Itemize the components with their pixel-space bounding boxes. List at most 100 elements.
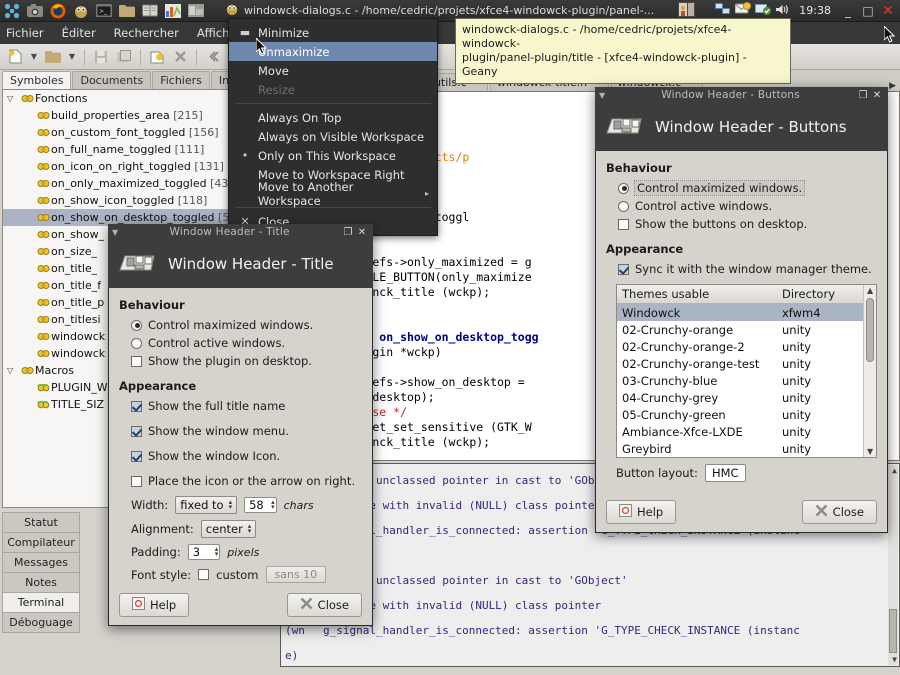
tree-expander-icon[interactable]: ▽ — [7, 94, 19, 103]
back-icon[interactable] — [203, 47, 223, 67]
terminal-scrollbar[interactable]: ▲ ▼ — [888, 465, 898, 665]
close-button[interactable]: Close — [802, 500, 877, 524]
padding-spinner[interactable]: 3 ▴▾ — [188, 544, 221, 560]
menu-editer[interactable]: Éditer — [62, 26, 96, 40]
alignment-combo[interactable]: center ▴▾ — [201, 520, 257, 538]
option-control-maximized[interactable]: Control maximized windows. — [131, 316, 362, 334]
archive-icon[interactable] — [185, 1, 207, 21]
spinner-arrows-icon[interactable]: ▴▾ — [215, 547, 219, 557]
open-file-dropdown-icon[interactable]: ▼ — [66, 47, 78, 67]
theme-row[interactable]: 02-Crunchy-orange-testunity — [617, 355, 863, 372]
msgtab-deboguage[interactable]: Déboguage — [2, 612, 80, 633]
menu-item-always-on-visible-workspace[interactable]: Always on Visible Workspace — [229, 127, 437, 146]
menu-item-always-on-top[interactable]: Always On Top — [229, 108, 437, 127]
network-icon[interactable] — [715, 2, 731, 19]
option-show-window-icon[interactable]: Show the window Icon. — [131, 447, 362, 465]
dialog-close-icon[interactable]: ✕ — [870, 90, 884, 101]
menu-item-minimize[interactable]: ▬Minimize — [229, 23, 437, 42]
updates-icon[interactable] — [755, 2, 771, 19]
checkbox-icon[interactable] — [131, 356, 142, 367]
theme-row[interactable]: Greybirdunity — [617, 440, 863, 457]
checkbox-icon[interactable] — [131, 476, 142, 487]
new-file-dropdown-icon[interactable]: ▼ — [28, 47, 40, 67]
theme-row[interactable]: 04-Crunchy-greyunity — [617, 389, 863, 406]
scroll-up-icon[interactable]: ▲ — [892, 466, 897, 475]
width-mode-combo[interactable]: fixed to ▴▾ — [175, 496, 237, 514]
save-all-icon[interactable] — [114, 47, 134, 67]
msgtab-terminal[interactable]: Terminal — [2, 592, 80, 613]
option-control-maximized[interactable]: Control maximized windows. — [618, 179, 877, 197]
sidebar-tab-documents[interactable]: Documents — [72, 71, 151, 89]
option-show-plugin-desktop[interactable]: Show the plugin on desktop. — [131, 352, 362, 370]
new-file-icon[interactable] — [5, 47, 25, 67]
checkbox-icon[interactable] — [131, 451, 142, 462]
menu-rechercher[interactable]: Rechercher — [114, 26, 179, 40]
fontstyle-custom-checkbox[interactable] — [198, 569, 209, 580]
menu-item-move[interactable]: Move — [229, 61, 437, 80]
button-layout-input[interactable]: HMC — [705, 464, 746, 482]
camera-icon[interactable] — [24, 1, 46, 21]
xfce-menu-icon[interactable] — [1, 1, 23, 21]
checkbox-icon[interactable] — [131, 401, 142, 412]
panel-window-button[interactable]: windowck-dialogs.c - /home/cedric/projet… — [225, 2, 654, 19]
gimp-icon[interactable] — [70, 1, 92, 21]
option-control-active[interactable]: Control active windows. — [618, 197, 877, 215]
menu-item-move-to-another-workspace[interactable]: Move to Another Workspace▸ — [229, 184, 437, 203]
option-show-window-menu[interactable]: Show the window menu. — [131, 422, 362, 440]
help-button[interactable]: Help — [119, 593, 189, 617]
scrollbar-thumb[interactable] — [889, 609, 897, 653]
save-icon[interactable] — [91, 47, 111, 67]
theme-row[interactable]: 05-Crunchy-greenunity — [617, 406, 863, 423]
column-header-directory[interactable]: Directory — [777, 285, 852, 303]
radio-icon[interactable] — [618, 183, 629, 194]
scroll-down-icon[interactable]: ▼ — [867, 447, 873, 456]
volume-icon[interactable] — [775, 3, 790, 19]
reload-icon[interactable] — [147, 47, 167, 67]
terminal-icon[interactable]: >_ — [93, 1, 115, 21]
font-chooser-button[interactable]: sans 10 — [266, 566, 327, 583]
checkbox-icon[interactable] — [618, 264, 629, 275]
radio-icon[interactable] — [131, 338, 142, 349]
dialog-maximize-icon[interactable]: ❐ — [856, 90, 870, 101]
window-maximize-button[interactable]: □ — [860, 3, 876, 19]
theme-row[interactable]: 02-Crunchy-orange-2unity — [617, 338, 863, 355]
spinner-arrows-icon[interactable]: ▴▾ — [271, 500, 275, 510]
dialog-maximize-icon[interactable]: ❐ — [341, 227, 355, 238]
scroll-down-icon[interactable]: ▼ — [892, 655, 897, 664]
column-header-themes[interactable]: Themes usable — [617, 285, 777, 303]
close-button[interactable]: Close — [287, 593, 362, 617]
window-minimize-button[interactable]: _ — [840, 3, 856, 19]
checkbox-icon[interactable] — [618, 219, 629, 230]
sidebar-tab-fichiers[interactable]: Fichiers — [152, 71, 210, 89]
firefox-icon[interactable] — [47, 1, 69, 21]
theme-row[interactable]: Ambiance-Xfce-LXDEunity — [617, 423, 863, 440]
checkbox-icon[interactable] — [131, 426, 142, 437]
theme-row[interactable]: 02-Crunchy-orangeunity — [617, 321, 863, 338]
scroll-up-icon[interactable]: ▲ — [867, 286, 873, 295]
radio-icon[interactable] — [131, 320, 142, 331]
option-show-full-title[interactable]: Show the full title name — [131, 397, 362, 415]
radio-icon[interactable] — [618, 201, 629, 212]
themes-list-scrollbar[interactable]: ▲ ▼ — [863, 285, 876, 457]
dialog-titlebar[interactable]: ▼ Window Header - Buttons ❐ ✕ — [595, 87, 888, 103]
dictionary-icon[interactable] — [139, 1, 161, 21]
help-button[interactable]: Help — [606, 500, 676, 524]
scrollbar-thumb[interactable] — [866, 298, 874, 362]
menu-fichier[interactable]: Fichier — [6, 26, 44, 40]
office-icon[interactable] — [162, 1, 184, 21]
theme-row[interactable]: 03-Crunchy-blueunity — [617, 372, 863, 389]
msgtab-statut[interactable]: Statut — [2, 512, 80, 533]
option-sync-wm-theme[interactable]: Sync it with the window manager theme. — [618, 260, 877, 278]
msgtab-notes[interactable]: Notes — [2, 572, 80, 593]
option-show-buttons-desktop[interactable]: Show the buttons on desktop. — [618, 215, 877, 233]
dialog-close-icon[interactable]: ✕ — [355, 227, 369, 238]
sidebar-tab-symboles[interactable]: Symboles — [2, 71, 71, 89]
option-control-active[interactable]: Control active windows. — [131, 334, 362, 352]
mail-icon[interactable] — [735, 2, 751, 19]
menu-item-unmaximize[interactable]: Unmaximize — [229, 42, 437, 61]
msgtab-compilateur[interactable]: Compilateur — [2, 532, 80, 553]
themes-list[interactable]: Themes usable Directory Windowckxfwm402-… — [616, 284, 877, 458]
msgtab-messages[interactable]: Messages — [2, 552, 80, 573]
window-close-button[interactable]: ✕ — [880, 3, 896, 19]
open-file-icon[interactable] — [43, 47, 63, 67]
